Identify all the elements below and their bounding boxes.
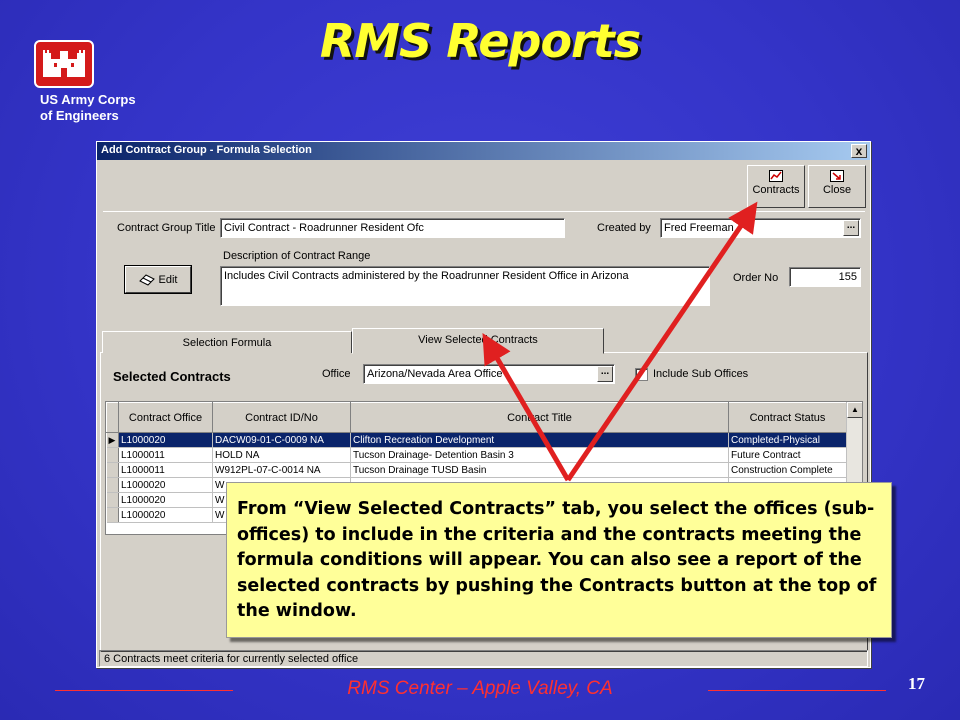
org-line-1: US Army Corps xyxy=(40,92,136,107)
table-row[interactable]: L1000011 W912PL-07-C-0014 NA Tucson Drai… xyxy=(106,462,847,478)
cell-office: L1000020 xyxy=(118,477,213,493)
row-indicator xyxy=(106,447,119,463)
page-number: 17 xyxy=(908,674,925,693)
cell-office: L1000011 xyxy=(118,447,213,463)
cell-office: L1000011 xyxy=(118,462,213,478)
order-no-label: Order No xyxy=(733,272,779,284)
cell-office: L1000020 xyxy=(118,507,213,523)
window-title: Add Contract Group - Formula Selection xyxy=(101,144,312,156)
order-no-field[interactable]: 155 xyxy=(789,267,861,287)
cell-office: L1000020 xyxy=(118,432,213,448)
footer-line-right xyxy=(708,690,886,691)
contracts-button-label: Contracts xyxy=(752,184,800,196)
explanation-callout: From “View Selected Contracts” tab, you … xyxy=(226,482,892,638)
cell-office: L1000020 xyxy=(118,492,213,508)
window-titlebar: Add Contract Group - Formula Selection x xyxy=(97,142,870,160)
cell-status: Construction Complete xyxy=(728,462,847,478)
exit-door-icon xyxy=(830,170,844,182)
office-select[interactable]: Arizona/Nevada Area Office ... xyxy=(363,364,615,384)
close-button-label: Close xyxy=(822,184,852,196)
edit-button-label: Edit xyxy=(158,273,178,286)
row-indicator xyxy=(106,492,119,508)
row-pointer-icon: ▶ xyxy=(106,432,119,448)
tab-selection-formula[interactable]: Selection Formula xyxy=(102,331,352,353)
description-label: Description of Contract Range xyxy=(223,250,371,262)
group-title-field[interactable]: Civil Contract - Roadrunner Resident Ofc xyxy=(220,218,565,238)
cell-status: Completed-Physical xyxy=(728,432,847,448)
created-by-field[interactable]: Fred Freeman ... xyxy=(660,218,861,238)
organization-name: US Army Corps of Engineers xyxy=(40,92,136,124)
row-indicator xyxy=(106,462,119,478)
col-header-id[interactable]: Contract ID/No xyxy=(212,402,351,433)
cell-title: Clifton Recreation Development xyxy=(350,432,729,448)
edit-button[interactable]: Edit xyxy=(125,266,191,293)
col-header-status[interactable]: Contract Status xyxy=(728,402,847,433)
cell-id: W912PL-07-C-0014 NA xyxy=(212,462,351,478)
created-by-lookup-button[interactable]: ... xyxy=(843,220,859,236)
footer-text: RMS Center – Apple Valley, CA xyxy=(347,678,613,699)
grid-corner xyxy=(106,402,119,433)
selected-contracts-heading: Selected Contracts xyxy=(113,369,231,384)
row-indicator xyxy=(106,477,119,493)
slide-title: RMS Reports xyxy=(319,14,641,68)
table-row[interactable]: ▶ L1000020 DACW09-01-C-0009 NA Clifton R… xyxy=(106,432,847,448)
description-field[interactable]: Includes Civil Contracts administered by… xyxy=(220,266,710,306)
row-indicator xyxy=(106,507,119,523)
cell-status: Future Contract xyxy=(728,447,847,463)
office-lookup-button[interactable]: ... xyxy=(597,366,613,382)
cell-id: HOLD NA xyxy=(212,447,351,463)
contracts-report-button[interactable]: Contracts xyxy=(747,165,805,208)
footer-line-left xyxy=(55,690,233,691)
cell-title: Tucson Drainage- Detention Basin 3 xyxy=(350,447,729,463)
window-close-button[interactable]: x xyxy=(851,144,867,158)
include-sub-offices-label: Include Sub Offices xyxy=(653,368,749,380)
scroll-up-arrow-icon[interactable]: ▲ xyxy=(847,402,862,418)
org-line-2: of Engineers xyxy=(40,108,119,123)
status-bar: 6 Contracts meet criteria for currently … xyxy=(99,650,868,667)
eraser-icon xyxy=(138,273,155,286)
group-title-label: Contract Group Title xyxy=(117,222,216,234)
table-row[interactable]: L1000011 HOLD NA Tucson Drainage- Detent… xyxy=(106,447,847,463)
cell-id: DACW09-01-C-0009 NA xyxy=(212,432,351,448)
col-header-office[interactable]: Contract Office xyxy=(118,402,213,433)
created-by-value: Fred Freeman xyxy=(664,222,734,234)
grid-header-row: Contract Office Contract ID/No Contract … xyxy=(106,402,847,433)
window-toolbar: Contracts Close xyxy=(103,162,866,212)
cell-title: Tucson Drainage TUSD Basin xyxy=(350,462,729,478)
created-by-label: Created by xyxy=(597,222,651,234)
report-chart-icon xyxy=(769,170,783,182)
close-button[interactable]: Close xyxy=(808,165,866,208)
include-sub-offices-checkbox[interactable] xyxy=(635,368,648,381)
office-select-value: Arizona/Nevada Area Office xyxy=(367,368,503,380)
tab-view-selected-contracts[interactable]: View Selected Contracts xyxy=(352,328,604,354)
office-label: Office xyxy=(322,368,351,380)
col-header-title[interactable]: Contract Title xyxy=(350,402,729,433)
